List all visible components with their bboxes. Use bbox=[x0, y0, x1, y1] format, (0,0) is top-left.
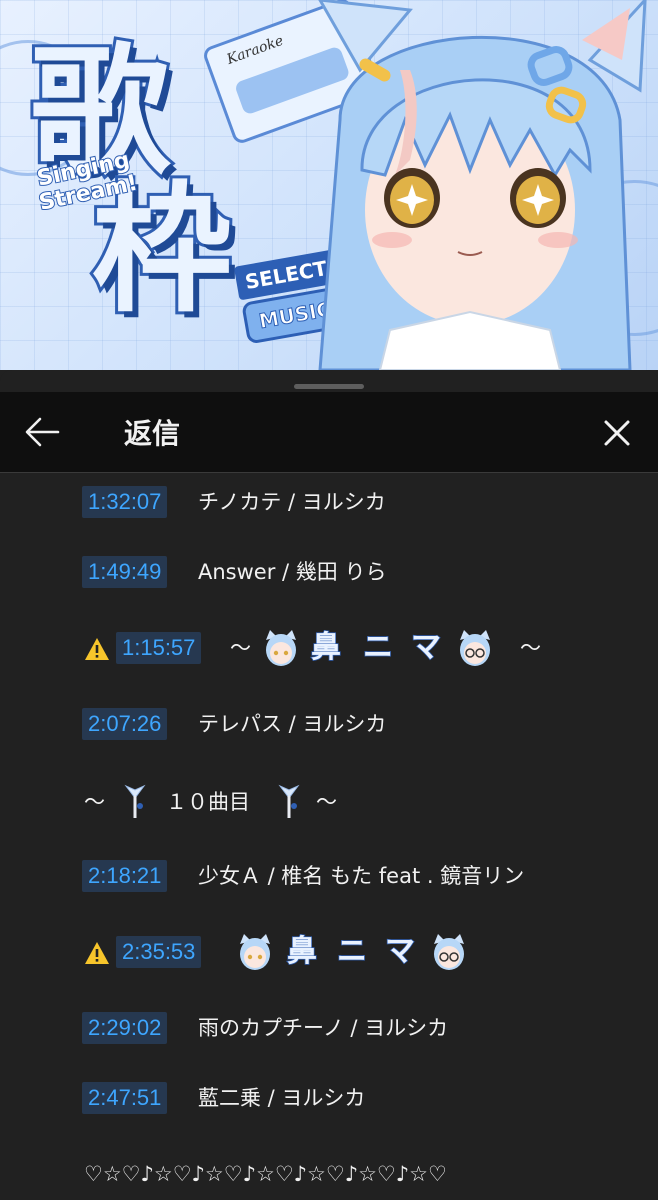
reply-line: 1:49:49 Answer / 幾田 りら bbox=[0, 552, 658, 592]
sheet-header: 返信 bbox=[0, 392, 658, 472]
timestamp-link[interactable]: 2:47:51 bbox=[82, 1082, 168, 1114]
close-icon bbox=[604, 420, 630, 446]
emoji-char: マ bbox=[410, 629, 442, 666]
reply-line: 2:35:53 鼻 ニ マ bbox=[0, 932, 658, 972]
song-title: 雨のカプチーノ / ヨルシカ bbox=[198, 1016, 449, 1040]
video-thumbnail[interactable]: Karaoke 歌 枠 Singing Stream! SELECT MUSIC bbox=[0, 0, 658, 370]
warning-icon bbox=[85, 638, 109, 660]
character-glasses-emoji-icon bbox=[460, 630, 490, 666]
character-illustration bbox=[318, 0, 647, 370]
emoji-char: 鼻 bbox=[286, 933, 318, 970]
reply-line: 2:29:02 雨のカプチーノ / ヨルシカ bbox=[0, 1008, 658, 1048]
tilde: ～ bbox=[84, 790, 105, 814]
header-divider bbox=[0, 472, 658, 473]
timestamp-link[interactable]: 2:18:21 bbox=[82, 860, 168, 892]
decorative-symbols-text: ♡☆♡♪☆♡♪☆♡♪☆♡♪☆♡♪☆♡♪☆♡ bbox=[84, 1162, 447, 1186]
song-title: 藍二乗 / ヨルシカ bbox=[198, 1086, 366, 1110]
reply-line: 2:18:21 少女Ａ / 椎名 もた feat . 鏡音リン bbox=[0, 856, 658, 896]
fan-icon bbox=[278, 784, 300, 818]
reply-line: ～ １０曲目 ～ bbox=[0, 782, 658, 822]
sheet-title: 返信 bbox=[124, 417, 181, 450]
cassette-label: Karaoke bbox=[224, 32, 286, 68]
timestamp-link[interactable]: 1:49:49 bbox=[82, 556, 168, 588]
drag-handle[interactable] bbox=[294, 384, 364, 389]
emoji-char: 鼻 bbox=[310, 629, 342, 666]
close-button[interactable] bbox=[598, 414, 636, 452]
character-emoji-icon bbox=[240, 934, 270, 970]
timestamp-link[interactable]: 1:15:57 bbox=[116, 632, 202, 664]
fan-icon bbox=[124, 784, 146, 818]
character-emoji-icon bbox=[266, 630, 296, 666]
emoji-char: ニ bbox=[336, 933, 368, 970]
song-title: Answer / 幾田 りら bbox=[198, 560, 387, 584]
tilde: ～ bbox=[520, 636, 541, 660]
emoji-char: マ bbox=[384, 933, 416, 970]
warning-icon bbox=[85, 942, 109, 964]
tilde: ～ bbox=[316, 790, 337, 814]
timestamp-link[interactable]: 2:29:02 bbox=[82, 1012, 168, 1044]
emoji-char: ニ bbox=[362, 629, 394, 666]
reply-line: ♡☆♡♪☆♡♪☆♡♪☆♡♪☆♡♪☆♡♪☆♡ bbox=[0, 1154, 658, 1194]
song-title: 少女Ａ / 椎名 もた feat . 鏡音リン bbox=[198, 864, 525, 888]
reply-line: 1:15:57 ～ 鼻 ニ マ ～ bbox=[0, 628, 658, 668]
reply-line: 2:47:51 藍二乗 / ヨルシカ bbox=[0, 1078, 658, 1118]
song-count-text: １０曲目 bbox=[166, 790, 250, 814]
character-glasses-emoji-icon bbox=[434, 934, 464, 970]
tilde: ～ bbox=[230, 636, 251, 660]
arrow-left-icon bbox=[25, 417, 60, 447]
back-button[interactable] bbox=[22, 414, 62, 450]
song-title: チノカテ / ヨルシカ bbox=[198, 490, 386, 514]
timestamp-link[interactable]: 1:32:07 bbox=[82, 486, 168, 518]
reply-line: 1:32:07 チノカテ / ヨルシカ bbox=[0, 482, 658, 522]
song-title: テレパス / ヨルシカ bbox=[198, 712, 387, 736]
reply-line: 2:07:26 テレパス / ヨルシカ bbox=[0, 704, 658, 744]
timestamp-link[interactable]: 2:35:53 bbox=[116, 936, 202, 968]
timestamp-link[interactable]: 2:07:26 bbox=[82, 708, 168, 740]
